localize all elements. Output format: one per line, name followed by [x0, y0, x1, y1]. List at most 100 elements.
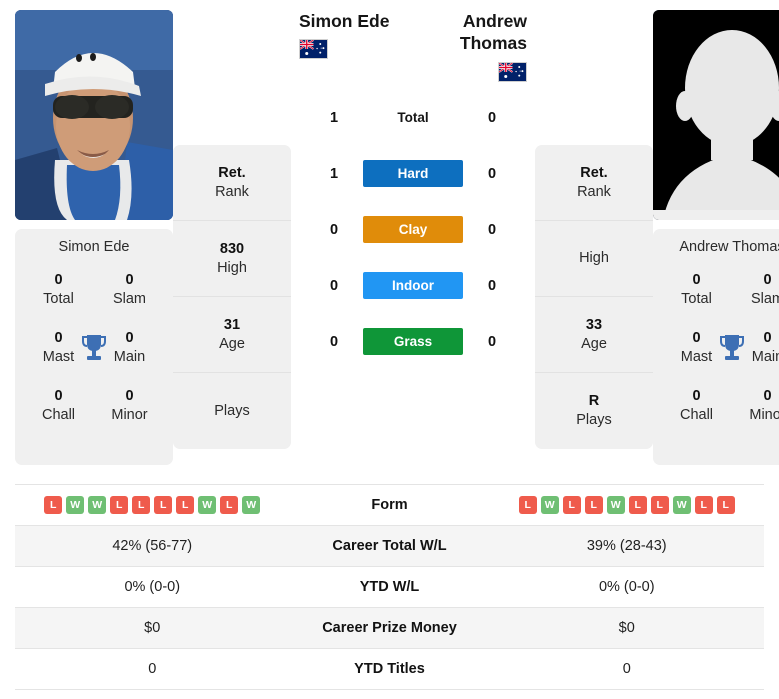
left-player-column: Simon Ede 0 Total 0 Slam 0 Mast 0 Main 0…: [15, 10, 173, 465]
form-badge-l: L: [110, 496, 129, 514]
right-titles-minor: 0 Minor: [732, 387, 779, 424]
row-label-career-prize-money: Career Prize Money: [322, 620, 457, 636]
left-player-name[interactable]: Simon Ede: [299, 10, 413, 32]
right-ytd-wl: 0% (0-0): [598, 579, 655, 595]
form-badge-w: W: [540, 496, 559, 514]
left-player-photo[interactable]: [15, 10, 173, 220]
surface-label-hard[interactable]: Hard: [363, 160, 463, 188]
form-badge-l: L: [650, 496, 669, 514]
right-info-high: High: [535, 221, 653, 297]
value: R: [588, 393, 600, 410]
value: 33: [585, 316, 603, 333]
form-badge-w: W: [672, 496, 691, 514]
left-titles-minor: 0 Minor: [94, 387, 165, 424]
surface-row-total: 1 Total 0: [321, 90, 505, 146]
label: Chall: [41, 406, 76, 423]
form-badge-w: W: [66, 496, 85, 514]
value: 0: [692, 388, 701, 405]
value: 0: [763, 388, 772, 405]
label: Minor: [111, 406, 148, 423]
label: Plays: [576, 412, 612, 428]
form-badge-l: L: [694, 496, 713, 514]
surface-label-grass[interactable]: Grass: [363, 328, 463, 356]
right-titles-grid: 0 Total 0 Slam 0 Mast 0 Main: [661, 271, 779, 424]
form-badge-w: W: [242, 496, 261, 514]
row-label-ytd-titles: YTD Titles: [354, 661, 425, 677]
form-badge-l: L: [716, 496, 735, 514]
left-info-age: 31 Age: [173, 297, 291, 373]
left-player-name-block: Simon Ede: [295, 10, 413, 60]
form-badge-l: L: [584, 496, 603, 514]
table-row-career-total-wl: 42% (56-77) Career Total W/L 39% (28-43): [15, 526, 764, 567]
left-ytd-titles: 0: [148, 661, 157, 677]
left-card-player-name: Simon Ede: [58, 239, 130, 255]
label: Minor: [749, 406, 779, 423]
label: Age: [581, 335, 607, 352]
label: Slam: [112, 290, 147, 307]
value: Ret.: [580, 164, 608, 181]
right-form-cell: LWLLWLLWLL: [490, 496, 765, 514]
label: Rank: [577, 183, 611, 200]
right-titles-card: Andrew Thomas 0 Total 0 Slam 0 Mast 0 Ma…: [653, 229, 779, 465]
label: High: [579, 250, 609, 267]
australia-flag-icon: [299, 39, 328, 60]
trophy-icon: [81, 333, 107, 363]
right-info-age: 33 Age: [535, 297, 653, 373]
left-info-rank: Ret. Rank: [173, 145, 291, 221]
left-form-strip: LWWLLLLWLW: [15, 496, 290, 514]
value: 0: [54, 272, 63, 288]
form-badge-l: L: [628, 496, 647, 514]
surface-label-clay[interactable]: Clay: [363, 216, 463, 244]
left-info-high: 830 High: [173, 221, 291, 297]
right-player-name-block: Andrew Thomas: [413, 10, 531, 82]
surface-row-grass: 0 Grass 0: [321, 314, 505, 370]
right-card-player-name: Andrew Thomas: [679, 239, 779, 255]
left-titles-card: Simon Ede 0 Total 0 Slam 0 Mast 0 Main 0…: [15, 229, 173, 465]
left-ytd-wl: 0% (0-0): [124, 579, 181, 595]
player-names-row: Simon Ede Andrew Thomas: [295, 10, 531, 82]
left-score: 0: [329, 221, 339, 238]
right-career-total-wl: 39% (28-43): [586, 538, 667, 554]
right-info-rank: Ret. Rank: [535, 145, 653, 221]
label: Total: [681, 290, 712, 307]
value: 0: [692, 272, 701, 288]
left-career-total-wl: 42% (56-77): [112, 538, 193, 554]
label: Plays: [214, 402, 250, 419]
row-label-ytd-wl: YTD W/L: [359, 579, 420, 595]
row-label-form: Form: [371, 497, 408, 513]
value: 0: [54, 388, 63, 405]
left-info-column: Ret. Rank 830 High 31 Age Plays: [173, 145, 291, 449]
right-score: 0: [487, 165, 497, 182]
player-comparison-page: Simon Ede 0 Total 0 Slam 0 Mast 0 Main 0…: [0, 0, 779, 699]
surface-row-clay: 0 Clay 0: [321, 202, 505, 258]
value: 830: [219, 240, 245, 257]
label: Chall: [679, 406, 714, 423]
right-player-photo[interactable]: [653, 10, 779, 220]
left-score: 1: [329, 165, 339, 182]
row-label-career-total-wl: Career Total W/L: [332, 538, 447, 554]
right-score: 0: [487, 221, 497, 238]
comparison-stats-table: LWWLLLLWLW Form LWLLWLLWLL 42% (56-77) C…: [15, 484, 764, 690]
table-row-career-prize-money: $0 Career Prize Money $0: [15, 608, 764, 649]
value: 0: [763, 272, 772, 288]
surface-label-total[interactable]: Total: [363, 104, 463, 131]
value: 31: [223, 316, 241, 333]
left-score: 0: [329, 333, 339, 350]
surface-label-indoor[interactable]: Indoor: [363, 272, 463, 300]
value: Ret.: [218, 164, 246, 181]
form-badge-l: L: [154, 496, 173, 514]
label: High: [217, 259, 247, 276]
right-titles-slam: 0 Slam: [732, 271, 779, 308]
surface-row-indoor: 0 Indoor 0: [321, 258, 505, 314]
right-titles-chall: 0 Chall: [661, 387, 732, 424]
label: Rank: [215, 183, 249, 200]
australia-flag-icon: [498, 61, 527, 82]
form-badge-l: L: [518, 496, 537, 514]
table-row-ytd-wl: 0% (0-0) YTD W/L 0% (0-0): [15, 567, 764, 608]
form-badge-l: L: [132, 496, 151, 514]
right-score: 0: [487, 109, 497, 126]
right-player-name[interactable]: Andrew Thomas: [413, 10, 527, 55]
form-badge-l: L: [220, 496, 239, 514]
left-titles-grid: 0 Total 0 Slam 0 Mast 0 Main 0 Chall 0 M…: [23, 271, 165, 424]
surface-h2h-list: 1 Total 0 1 Hard 0 0 Clay 0 0 Indoor 0 0…: [321, 90, 505, 370]
